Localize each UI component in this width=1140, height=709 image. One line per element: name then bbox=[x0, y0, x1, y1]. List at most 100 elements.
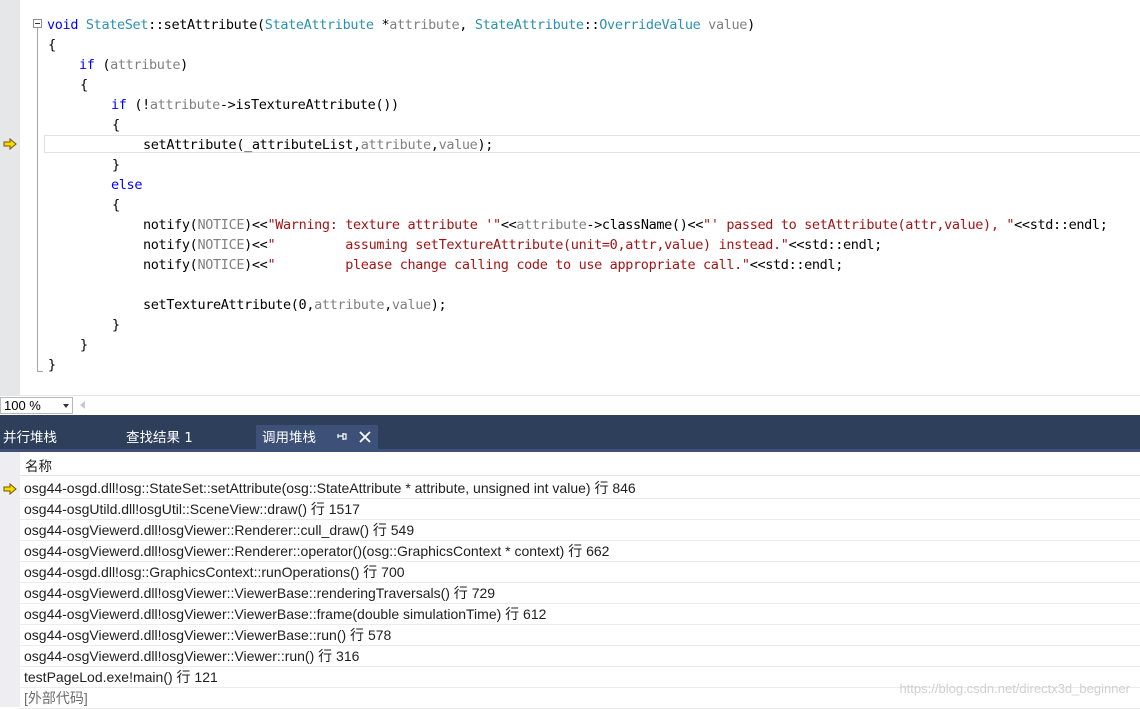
code-token: " please change calling code to use appr… bbox=[267, 257, 750, 273]
code-line: { bbox=[80, 75, 88, 95]
frame-label: testPageLod.exe!main() 行 121 bbox=[24, 669, 218, 685]
code-token: else bbox=[111, 177, 143, 193]
code-token: { bbox=[112, 197, 120, 213]
tab-parallel-stacks[interactable]: 并行堆栈 bbox=[3, 425, 57, 451]
scroll-left-icon[interactable] bbox=[80, 401, 85, 409]
code-token: ); bbox=[477, 137, 494, 153]
call-stack-panel[interactable]: 名称 osg44-osgd.dll!osg::StateSet::setAttr… bbox=[0, 452, 1140, 709]
code-token: )<< bbox=[244, 217, 268, 233]
code-token: NOTICE bbox=[197, 217, 245, 233]
tool-window-tabbar: 并行堆栈 查找结果 1 调用堆栈 bbox=[0, 415, 1140, 451]
code-token: StateSet bbox=[85, 17, 149, 33]
chevron-down-icon[interactable] bbox=[63, 404, 69, 408]
call-stack-row[interactable]: osg44-osgViewerd.dll!osgViewer::ViewerBa… bbox=[20, 583, 1140, 604]
code-token: (! bbox=[126, 97, 150, 113]
code-token: )<< bbox=[244, 257, 268, 273]
code-token: <<std::endl; bbox=[749, 257, 844, 273]
code-token: notify( bbox=[143, 237, 198, 253]
code-token: } bbox=[112, 317, 120, 333]
code-token: , bbox=[430, 137, 439, 153]
call-stack-row[interactable]: osg44-osgUtild.dll!osgUtil::SceneView::d… bbox=[20, 499, 1140, 520]
code-token: { bbox=[48, 37, 56, 53]
code-token: << bbox=[500, 217, 517, 233]
frame-label: osg44-osgViewerd.dll!osgViewer::Renderer… bbox=[24, 543, 610, 559]
code-token: NOTICE bbox=[197, 237, 245, 253]
code-line: setAttribute(_attributeList,attribute,va… bbox=[143, 135, 493, 155]
zoom-level-value: 100 % bbox=[4, 398, 41, 413]
code-token: notify( bbox=[143, 217, 198, 233]
call-stack-row[interactable]: osg44-osgd.dll!osg::StateSet::setAttribu… bbox=[20, 478, 1140, 499]
code-line: { bbox=[48, 35, 56, 55]
code-token: notify( bbox=[143, 257, 198, 273]
code-editor[interactable]: void StateSet::setAttribute(StateAttribu… bbox=[0, 0, 1140, 395]
frame-label: osg44-osgd.dll!osg::GraphicsContext::run… bbox=[24, 564, 405, 580]
code-token: , bbox=[384, 297, 392, 313]
call-stack-row[interactable]: osg44-osgd.dll!osg::GraphicsContext::run… bbox=[20, 562, 1140, 583]
tab-call-stack-label: 调用堆栈 bbox=[262, 430, 316, 446]
indicator-margin[interactable] bbox=[0, 0, 20, 395]
code-line: if (!attribute->isTextureAttribute()) bbox=[111, 95, 399, 115]
frame-label: osg44-osgUtild.dll!osgUtil::SceneView::d… bbox=[24, 501, 360, 517]
code-token: attribute bbox=[516, 217, 587, 233]
code-line: } bbox=[112, 155, 120, 175]
code-token: setTextureAttribute(0, bbox=[143, 297, 315, 313]
code-token: } bbox=[48, 357, 56, 373]
code-token: ) bbox=[747, 17, 755, 33]
tab-find-results-1[interactable]: 查找结果 1 bbox=[126, 425, 193, 451]
call-stack-row[interactable]: osg44-osgViewerd.dll!osgViewer::Renderer… bbox=[20, 541, 1140, 562]
code-token: attribute bbox=[149, 97, 220, 113]
call-stack-row[interactable]: osg44-osgViewerd.dll!osgViewer::Viewer::… bbox=[20, 646, 1140, 667]
code-token: } bbox=[112, 157, 120, 173]
code-token: value bbox=[391, 297, 431, 313]
code-token: ); bbox=[430, 297, 447, 313]
code-line: } bbox=[48, 355, 56, 375]
tab-call-stack[interactable]: 调用堆栈 bbox=[256, 425, 378, 451]
code-token: StateAttribute bbox=[474, 17, 584, 33]
code-token: value bbox=[708, 17, 748, 33]
code-token: attribute bbox=[360, 137, 431, 153]
code-line: notify(NOTICE)<<"Warning: texture attrib… bbox=[143, 215, 1108, 235]
frame-label: osg44-osgViewerd.dll!osgViewer::ViewerBa… bbox=[24, 606, 547, 622]
frame-label: osg44-osgViewerd.dll!osgViewer::ViewerBa… bbox=[24, 627, 392, 643]
current-frame-arrow-icon bbox=[3, 483, 17, 495]
frame-label: osg44-osgViewerd.dll!osgViewer::ViewerBa… bbox=[24, 585, 496, 601]
code-token: ->className()<< bbox=[586, 217, 704, 233]
code-token: )<< bbox=[244, 237, 268, 253]
code-token: ( bbox=[94, 57, 111, 73]
code-token: "Warning: texture attribute '" bbox=[267, 217, 501, 233]
code-token: if bbox=[79, 57, 95, 73]
call-stack-row[interactable]: osg44-osgViewerd.dll!osgViewer::Renderer… bbox=[20, 520, 1140, 541]
code-line: notify(NOTICE)<<" assuming setTextureAtt… bbox=[143, 235, 882, 255]
code-line: void StateSet::setAttribute(StateAttribu… bbox=[47, 15, 755, 35]
outline-guide bbox=[37, 28, 38, 371]
column-header-name[interactable]: 名称 bbox=[20, 452, 1140, 476]
code-token: <<std::endl; bbox=[788, 237, 883, 253]
code-token: * bbox=[373, 17, 390, 33]
code-token: attribute bbox=[389, 17, 460, 33]
current-statement-arrow-icon bbox=[3, 138, 17, 150]
code-token: , bbox=[459, 17, 475, 33]
pin-icon[interactable] bbox=[337, 432, 347, 444]
close-icon[interactable] bbox=[359, 431, 371, 443]
code-token: "' passed to setAttribute(attr,value), " bbox=[703, 217, 1015, 233]
column-header-label: 名称 bbox=[25, 459, 52, 475]
call-stack-row[interactable]: osg44-osgViewerd.dll!osgViewer::ViewerBa… bbox=[20, 604, 1140, 625]
code-token: { bbox=[112, 117, 120, 133]
code-line: notify(NOTICE)<<" please change calling … bbox=[143, 255, 843, 275]
call-stack-row[interactable]: osg44-osgViewerd.dll!osgViewer::ViewerBa… bbox=[20, 625, 1140, 646]
code-token: OverrideValue bbox=[599, 17, 701, 33]
code-line: else bbox=[111, 175, 142, 195]
collapse-outline-icon[interactable] bbox=[33, 19, 42, 28]
code-token: " assuming setTextureAttribute(unit=0,at… bbox=[267, 237, 789, 253]
watermark: https://blog.csdn.net/directx3d_beginner bbox=[899, 681, 1130, 696]
zoom-level-select[interactable]: 100 % bbox=[0, 397, 73, 414]
code-token: { bbox=[80, 77, 88, 93]
code-token: :: bbox=[583, 17, 600, 33]
code-token: ->isTextureAttribute()) bbox=[219, 97, 399, 113]
code-token: if bbox=[111, 97, 127, 113]
code-line: { bbox=[112, 195, 120, 215]
code-token: attribute bbox=[314, 297, 385, 313]
code-token: attribute bbox=[110, 57, 181, 73]
frame-label: [外部代码] bbox=[24, 690, 88, 706]
